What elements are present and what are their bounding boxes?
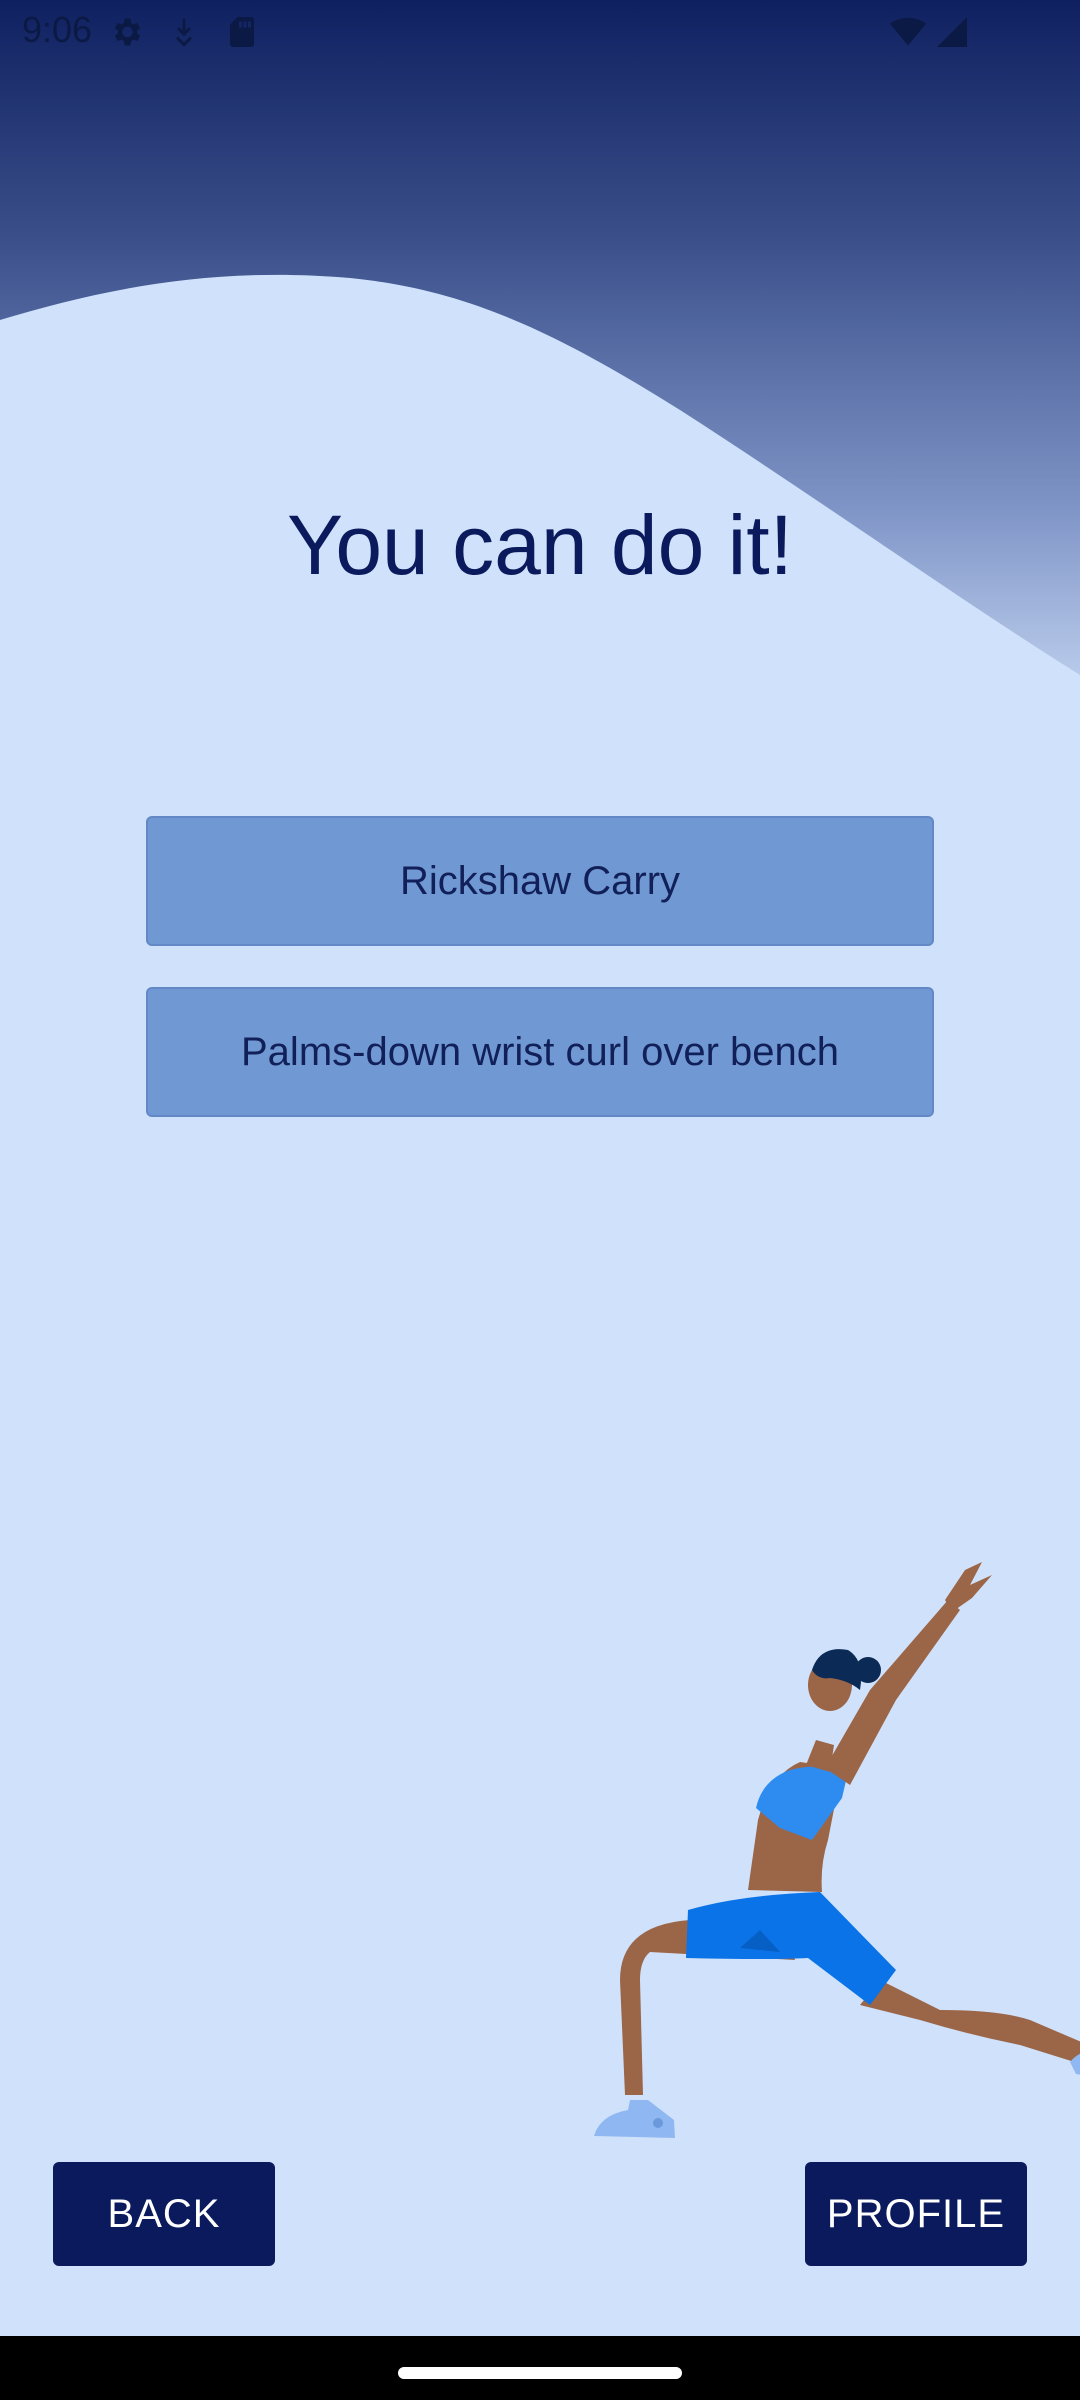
signal-icon: [937, 17, 967, 47]
profile-button-label: PROFILE: [826, 2191, 1006, 2236]
exercise-label: Palms-down wrist curl over bench: [241, 1029, 839, 1074]
back-button-label: BACK: [107, 2191, 221, 2236]
home-gesture-handle[interactable]: [398, 2367, 682, 2379]
wifi-icon: [890, 17, 926, 46]
exercise-button[interactable]: Rickshaw Carry: [146, 816, 934, 946]
exercise-label: Rickshaw Carry: [399, 858, 681, 903]
app-screen: 9:06 You can do it! Rickshaw Carry Palms…: [0, 0, 1080, 2336]
status-time: 9:06: [22, 9, 93, 50]
sd-card-icon: [230, 17, 254, 47]
page-title: You can do it!: [287, 498, 793, 592]
download-icon: [175, 18, 193, 47]
profile-button[interactable]: PROFILE: [805, 2162, 1027, 2266]
woman-lunge-illustration: [594, 1562, 1080, 2138]
exercise-button[interactable]: Palms-down wrist curl over bench: [146, 987, 934, 1117]
gear-icon: [114, 18, 141, 46]
back-button[interactable]: BACK: [53, 2162, 275, 2266]
header-wave-background: [0, 0, 1080, 675]
status-bar: 9:06: [0, 0, 1080, 62]
